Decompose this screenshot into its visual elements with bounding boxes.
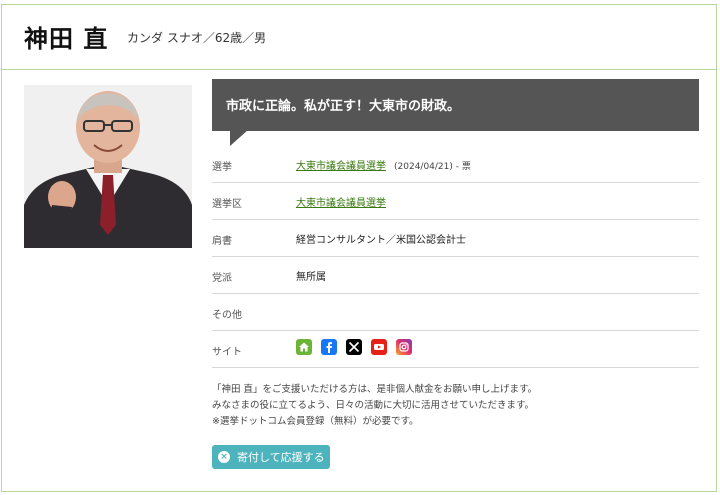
home-icon[interactable] — [296, 339, 312, 355]
row-election-value: 大東市議会議員選挙 (2024/04/21) - 票 — [296, 157, 471, 172]
row-party-label: 党派 — [212, 273, 232, 284]
facebook-icon[interactable] — [321, 339, 337, 355]
election-link[interactable]: 大東市議会議員選挙 — [296, 161, 386, 172]
slogan-banner: 市政に正論。私が正す！大東市の財政。 — [212, 79, 699, 131]
row-party: 党派 無所属 — [212, 257, 699, 294]
election-date-note: (2024/04/21) - 票 — [394, 162, 471, 172]
row-other-label: その他 — [212, 310, 242, 321]
row-other: その他 — [212, 294, 699, 331]
row-party-value: 無所属 — [296, 272, 326, 283]
row-district: 選挙区 大東市議会議員選挙 — [212, 183, 699, 220]
x-icon[interactable] — [346, 339, 362, 355]
row-district-value: 大東市議会議員選挙 — [296, 194, 386, 209]
instagram-icon[interactable] — [396, 339, 412, 355]
close-circle-icon: × — [218, 451, 230, 463]
slogan-banner-tail — [230, 130, 248, 146]
candidate-name: 神田 直 — [24, 25, 109, 53]
donation-note-line-2: みなさまの役に立てるよう、日々の活動に大切に活用させていただきます。 — [212, 400, 535, 411]
candidate-card: 神田 直 カンダ スナオ／62歳／男 市政に正論。私が正す！大東市の財政。 選挙… — [1, 4, 717, 492]
row-election-label: 選挙 — [212, 162, 232, 173]
site-icons — [296, 339, 412, 355]
row-title-value: 経営コンサルタント／米国公認会計士 — [296, 235, 466, 246]
profile-header: 神田 直 カンダ スナオ／62歳／男 — [2, 5, 716, 70]
row-site-label: サイト — [212, 347, 242, 358]
youtube-icon[interactable] — [371, 339, 387, 355]
donation-note: 「神田 直」をご支援いただける方は、是非個人献金をお願い申し上げます。 みなさま… — [212, 382, 699, 430]
row-title: 肩書 経営コンサルタント／米国公認会計士 — [212, 220, 699, 257]
district-link[interactable]: 大東市議会議員選挙 — [296, 198, 386, 209]
donation-note-line-3: ※選挙ドットコム会員登録（無料）が必要です。 — [212, 416, 419, 427]
donation-note-line-1: 「神田 直」をご支援いただける方は、是非個人献金をお願い申し上げます。 — [212, 384, 538, 395]
row-site: サイト — [212, 331, 699, 368]
donate-button-label: 寄付して応援する — [237, 451, 325, 464]
donate-button[interactable]: × 寄付して応援する — [212, 445, 330, 469]
candidate-subtitle: カンダ スナオ／62歳／男 — [127, 31, 267, 45]
row-election: 選挙 大東市議会議員選挙 (2024/04/21) - 票 — [212, 146, 699, 183]
row-district-label: 選挙区 — [212, 199, 242, 210]
candidate-photo — [24, 85, 192, 248]
row-title-label: 肩書 — [212, 236, 232, 247]
